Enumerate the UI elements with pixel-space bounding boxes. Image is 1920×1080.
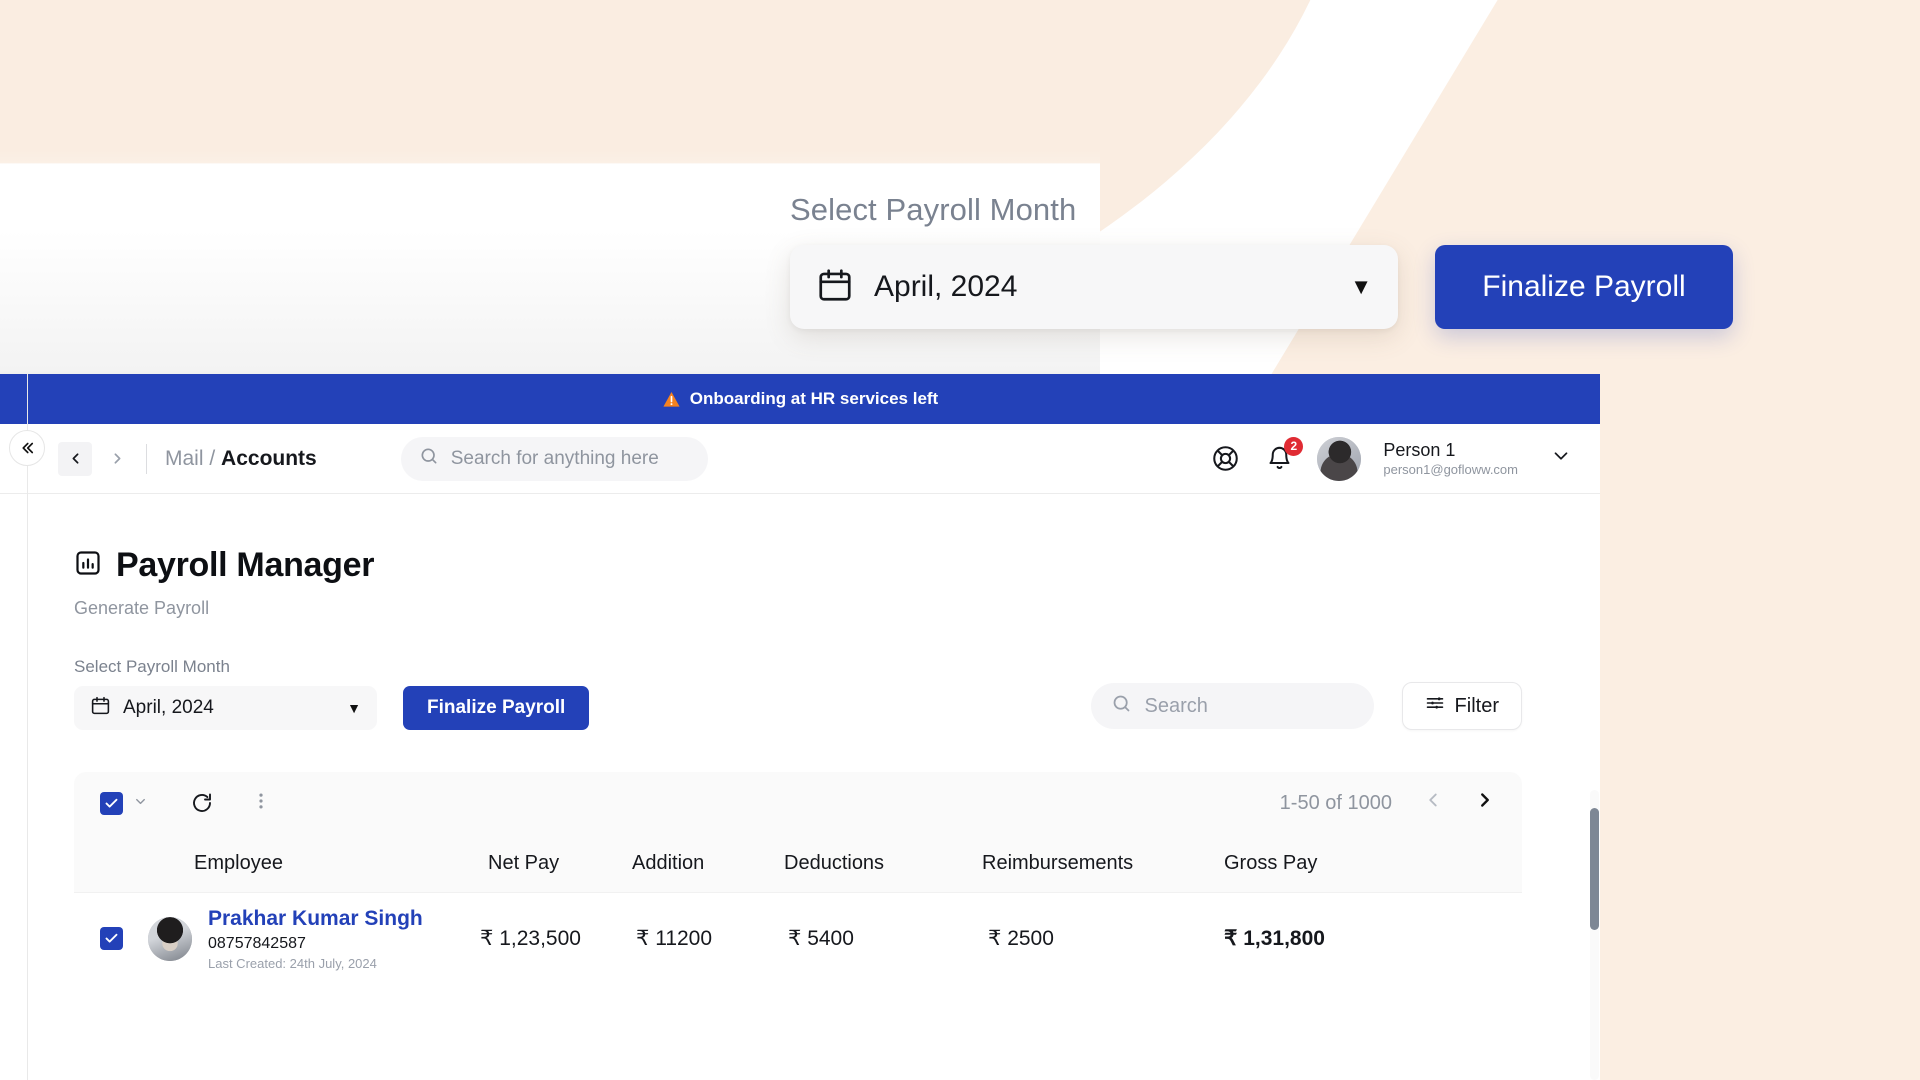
warning-triangle-icon bbox=[662, 390, 681, 409]
calendar-icon bbox=[90, 695, 111, 721]
breadcrumb-divider bbox=[146, 443, 147, 474]
finalize-payroll-button[interactable]: Finalize Payroll bbox=[403, 686, 590, 730]
global-search-input[interactable] bbox=[450, 447, 690, 470]
sliders-icon bbox=[1425, 693, 1445, 719]
net-pay-value: ₹ 1,23,500 bbox=[480, 927, 581, 950]
user-email: person1@gofloww.com bbox=[1383, 461, 1518, 477]
screen-root: Select Payroll Month April, 2024 ▼ Final… bbox=[0, 0, 1920, 1080]
column-header-gross-pay: Gross Pay bbox=[1224, 851, 1318, 874]
employee-avatar bbox=[148, 916, 192, 961]
caret-down-icon: ▼ bbox=[1350, 274, 1372, 299]
caret-down-icon: ▼ bbox=[347, 700, 361, 716]
application-window: Onboarding at HR services left Mail / Ac… bbox=[0, 374, 1600, 1080]
column-header-reimbursements: Reimbursements bbox=[982, 851, 1134, 874]
pagination-range: 1-50 of 1000 bbox=[1279, 791, 1392, 814]
topbar-right-cluster: 2 Person 1 person1@gofloww.com bbox=[1209, 436, 1600, 481]
top-navigation-bar: Mail / Accounts Search for anything here… bbox=[0, 424, 1600, 494]
table-scrollbar-thumb[interactable] bbox=[1590, 808, 1599, 930]
page-title-text: Payroll Manager bbox=[116, 546, 375, 584]
column-header-deductions: Deductions bbox=[784, 851, 885, 874]
reimbursements-cell: ₹ 2500 bbox=[964, 926, 1176, 951]
month-select[interactable]: April, 2024 ▼ bbox=[74, 686, 377, 730]
calendar-icon bbox=[816, 266, 854, 309]
page-title: Payroll Manager bbox=[74, 546, 1600, 585]
month-select-label: Select Payroll Month bbox=[74, 657, 230, 676]
avatar[interactable] bbox=[1317, 436, 1362, 481]
user-info: Person 1 person1@gofloww.com bbox=[1383, 440, 1518, 477]
controls-row: Select Payroll Month April, 2024 ▼ Final… bbox=[74, 657, 1600, 730]
lifebuoy-icon[interactable] bbox=[1209, 443, 1241, 475]
history-navigation bbox=[58, 441, 134, 476]
breadcrumb-separator: / bbox=[209, 446, 216, 470]
select-all-dropdown-chevron-down-icon[interactable] bbox=[133, 794, 148, 813]
overlay-month-label: Select Payroll Month bbox=[790, 192, 1077, 227]
net-pay-cell: ₹ 1,23,500 bbox=[470, 926, 622, 951]
gross-pay-cell: ₹ 1,31,800 bbox=[1176, 926, 1356, 951]
breadcrumb: Mail / Accounts bbox=[165, 447, 317, 471]
table-controls: Filter bbox=[1090, 682, 1600, 730]
overlay-month-select[interactable]: April, 2024 ▼ bbox=[790, 245, 1398, 329]
employee-phone: 08757842587 bbox=[208, 934, 306, 952]
month-select-group: Select Payroll Month April, 2024 ▼ bbox=[74, 657, 377, 730]
three-dots-vertical-icon[interactable] bbox=[250, 790, 272, 817]
pagination-next-button[interactable] bbox=[1474, 789, 1496, 817]
user-menu-chevron-down-icon[interactable] bbox=[1550, 445, 1572, 473]
breadcrumb-parent[interactable]: Mail bbox=[165, 447, 204, 470]
pagination: 1-50 of 1000 bbox=[1280, 789, 1496, 817]
page-subtitle: Generate Payroll bbox=[74, 598, 210, 618]
filter-button-label: Filter bbox=[1454, 694, 1499, 717]
onboarding-banner[interactable]: Onboarding at HR services left bbox=[0, 374, 1600, 424]
column-header-addition: Addition bbox=[632, 851, 705, 874]
notification-badge: 2 bbox=[1284, 436, 1304, 456]
row-select-cell bbox=[100, 927, 148, 950]
back-button[interactable] bbox=[58, 441, 92, 476]
sidebar-rail-divider bbox=[27, 374, 28, 1080]
addition-value: ₹ 11200 bbox=[636, 927, 713, 950]
table-search-input[interactable] bbox=[1144, 694, 1354, 718]
gross-pay-value: ₹ 1,31,800 bbox=[1224, 927, 1325, 950]
page-content: Payroll Manager Generate Payroll Select … bbox=[0, 494, 1600, 984]
reimbursements-value: ₹ 2500 bbox=[988, 927, 1054, 950]
table-toolbar: 1-50 of 1000 bbox=[74, 772, 1522, 834]
sidebar-collapse-button[interactable] bbox=[9, 430, 45, 466]
employee-last-created: Last Created: 24th July, 2024 bbox=[208, 955, 377, 971]
month-select-value: April, 2024 bbox=[123, 697, 214, 718]
overlay-month-value: April, 2024 bbox=[874, 270, 1018, 303]
forward-button[interactable] bbox=[100, 442, 134, 476]
table-search-box[interactable] bbox=[1090, 683, 1374, 729]
overlay-finalize-payroll-button[interactable]: Finalize Payroll bbox=[1435, 245, 1733, 329]
table-row[interactable]: Prakhar Kumar Singh 08757842587 Last Cre… bbox=[74, 892, 1522, 984]
bar-chart-icon bbox=[74, 549, 102, 582]
addition-cell: ₹ 11200 bbox=[622, 926, 774, 951]
deductions-value: ₹ 5400 bbox=[788, 927, 854, 950]
select-all-checkbox[interactable] bbox=[100, 791, 123, 815]
search-icon bbox=[1111, 693, 1132, 719]
global-search-box[interactable] bbox=[400, 436, 708, 481]
banner-text: Onboarding at HR services left bbox=[689, 389, 939, 408]
table-header-row: Employee Net Pay Addition Deductions Rei… bbox=[74, 834, 1522, 892]
user-name: Person 1 bbox=[1383, 439, 1456, 460]
pagination-prev-button[interactable] bbox=[1422, 789, 1444, 817]
breadcrumb-current: Accounts bbox=[221, 446, 317, 470]
filter-button[interactable]: Filter bbox=[1401, 682, 1522, 730]
refresh-icon[interactable] bbox=[190, 791, 214, 815]
column-header-net-pay: Net Pay bbox=[488, 851, 560, 874]
bell-icon[interactable]: 2 bbox=[1263, 436, 1304, 475]
search-icon bbox=[419, 446, 439, 471]
employee-name-link[interactable]: Prakhar Kumar Singh bbox=[208, 906, 423, 932]
column-header-employee: Employee bbox=[194, 851, 283, 874]
row-checkbox[interactable] bbox=[100, 927, 123, 950]
employee-cell: Prakhar Kumar Singh 08757842587 Last Cre… bbox=[148, 906, 470, 971]
deductions-cell: ₹ 5400 bbox=[774, 926, 964, 951]
payroll-table: 1-50 of 1000 Employee Net Pay Addition D… bbox=[74, 772, 1522, 984]
